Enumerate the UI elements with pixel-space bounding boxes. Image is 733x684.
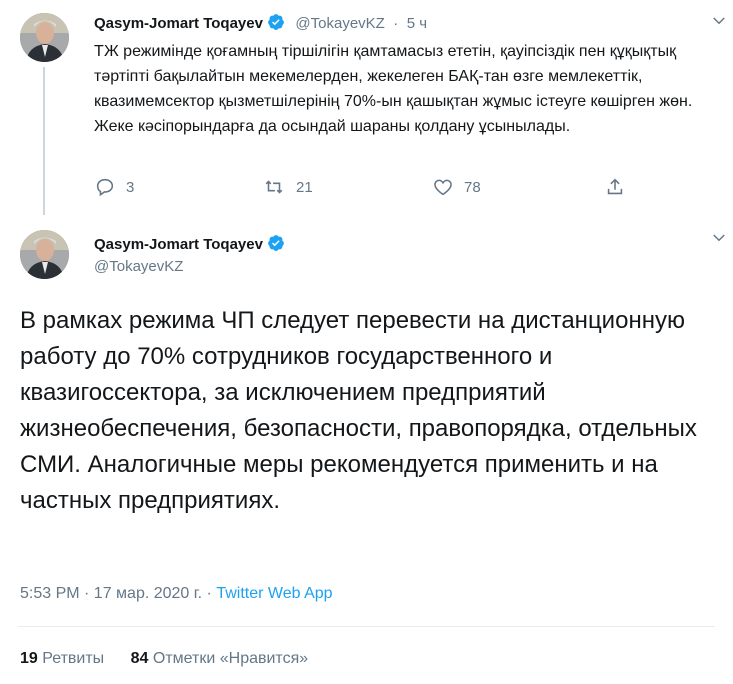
retweets-count: 19 bbox=[20, 650, 38, 667]
tweet-header: Qasym-Jomart Toqayev @TokayevKZ · 5 ч bbox=[94, 13, 694, 35]
tweet-stats: 19 Ретвиты 84 Отметки «Нравится» bbox=[20, 650, 308, 668]
verified-badge-icon bbox=[267, 234, 285, 257]
like-count: 78 bbox=[464, 178, 481, 196]
share-button[interactable] bbox=[604, 176, 636, 198]
likes-count: 84 bbox=[130, 650, 149, 667]
retweets-label: Ретвиты bbox=[42, 650, 105, 667]
chevron-down-icon[interactable] bbox=[710, 12, 728, 35]
retweet-button[interactable]: 21 bbox=[262, 176, 313, 198]
avatar[interactable] bbox=[20, 230, 69, 279]
retweet-count: 21 bbox=[296, 178, 313, 196]
author-name[interactable]: Qasym-Jomart Toqayev bbox=[94, 15, 263, 32]
avatar-image bbox=[20, 13, 69, 62]
reply-count: 3 bbox=[126, 178, 135, 196]
verified-badge-icon bbox=[267, 13, 285, 36]
avatar-image bbox=[20, 230, 69, 279]
retweets-stat[interactable]: 19 Ретвиты bbox=[20, 650, 104, 667]
author-handle[interactable]: @TokayevKZ bbox=[295, 15, 384, 32]
thread-line bbox=[43, 67, 45, 215]
retweet-icon bbox=[265, 180, 283, 194]
tweet-timestamp[interactable]: 5:53 PM · 17 мар. 2020 г. · bbox=[20, 585, 212, 602]
tweet-text: ТЖ режимінде қоғамның тіршілігін қамтама… bbox=[94, 43, 693, 135]
author-name[interactable]: Qasym-Jomart Toqayev bbox=[94, 236, 263, 253]
separator-dot: · bbox=[393, 15, 399, 32]
chevron-down-icon[interactable] bbox=[710, 229, 728, 252]
like-icon bbox=[434, 179, 452, 196]
likes-label: Отметки «Нравится» bbox=[152, 650, 309, 667]
share-icon bbox=[607, 178, 623, 195]
author-line: Qasym-Jomart Toqayev bbox=[94, 234, 285, 257]
reply-icon bbox=[96, 178, 114, 197]
tweet-metadata: 5:53 PM · 17 мар. 2020 г. · Twitter Web … bbox=[20, 585, 333, 603]
divider bbox=[18, 626, 715, 627]
tweet-time[interactable]: 5 ч bbox=[407, 15, 427, 32]
likes-stat[interactable]: 84 Отметки «Нравится» bbox=[131, 650, 309, 667]
tweet-text: В рамках режима ЧП следует перевести на … bbox=[20, 307, 697, 514]
reply-button[interactable]: 3 bbox=[94, 176, 134, 198]
tweet-source-link[interactable]: Twitter Web App bbox=[216, 585, 332, 602]
avatar[interactable] bbox=[20, 13, 69, 62]
like-button[interactable]: 78 bbox=[432, 176, 481, 198]
author-handle[interactable]: @TokayevKZ bbox=[94, 258, 183, 275]
